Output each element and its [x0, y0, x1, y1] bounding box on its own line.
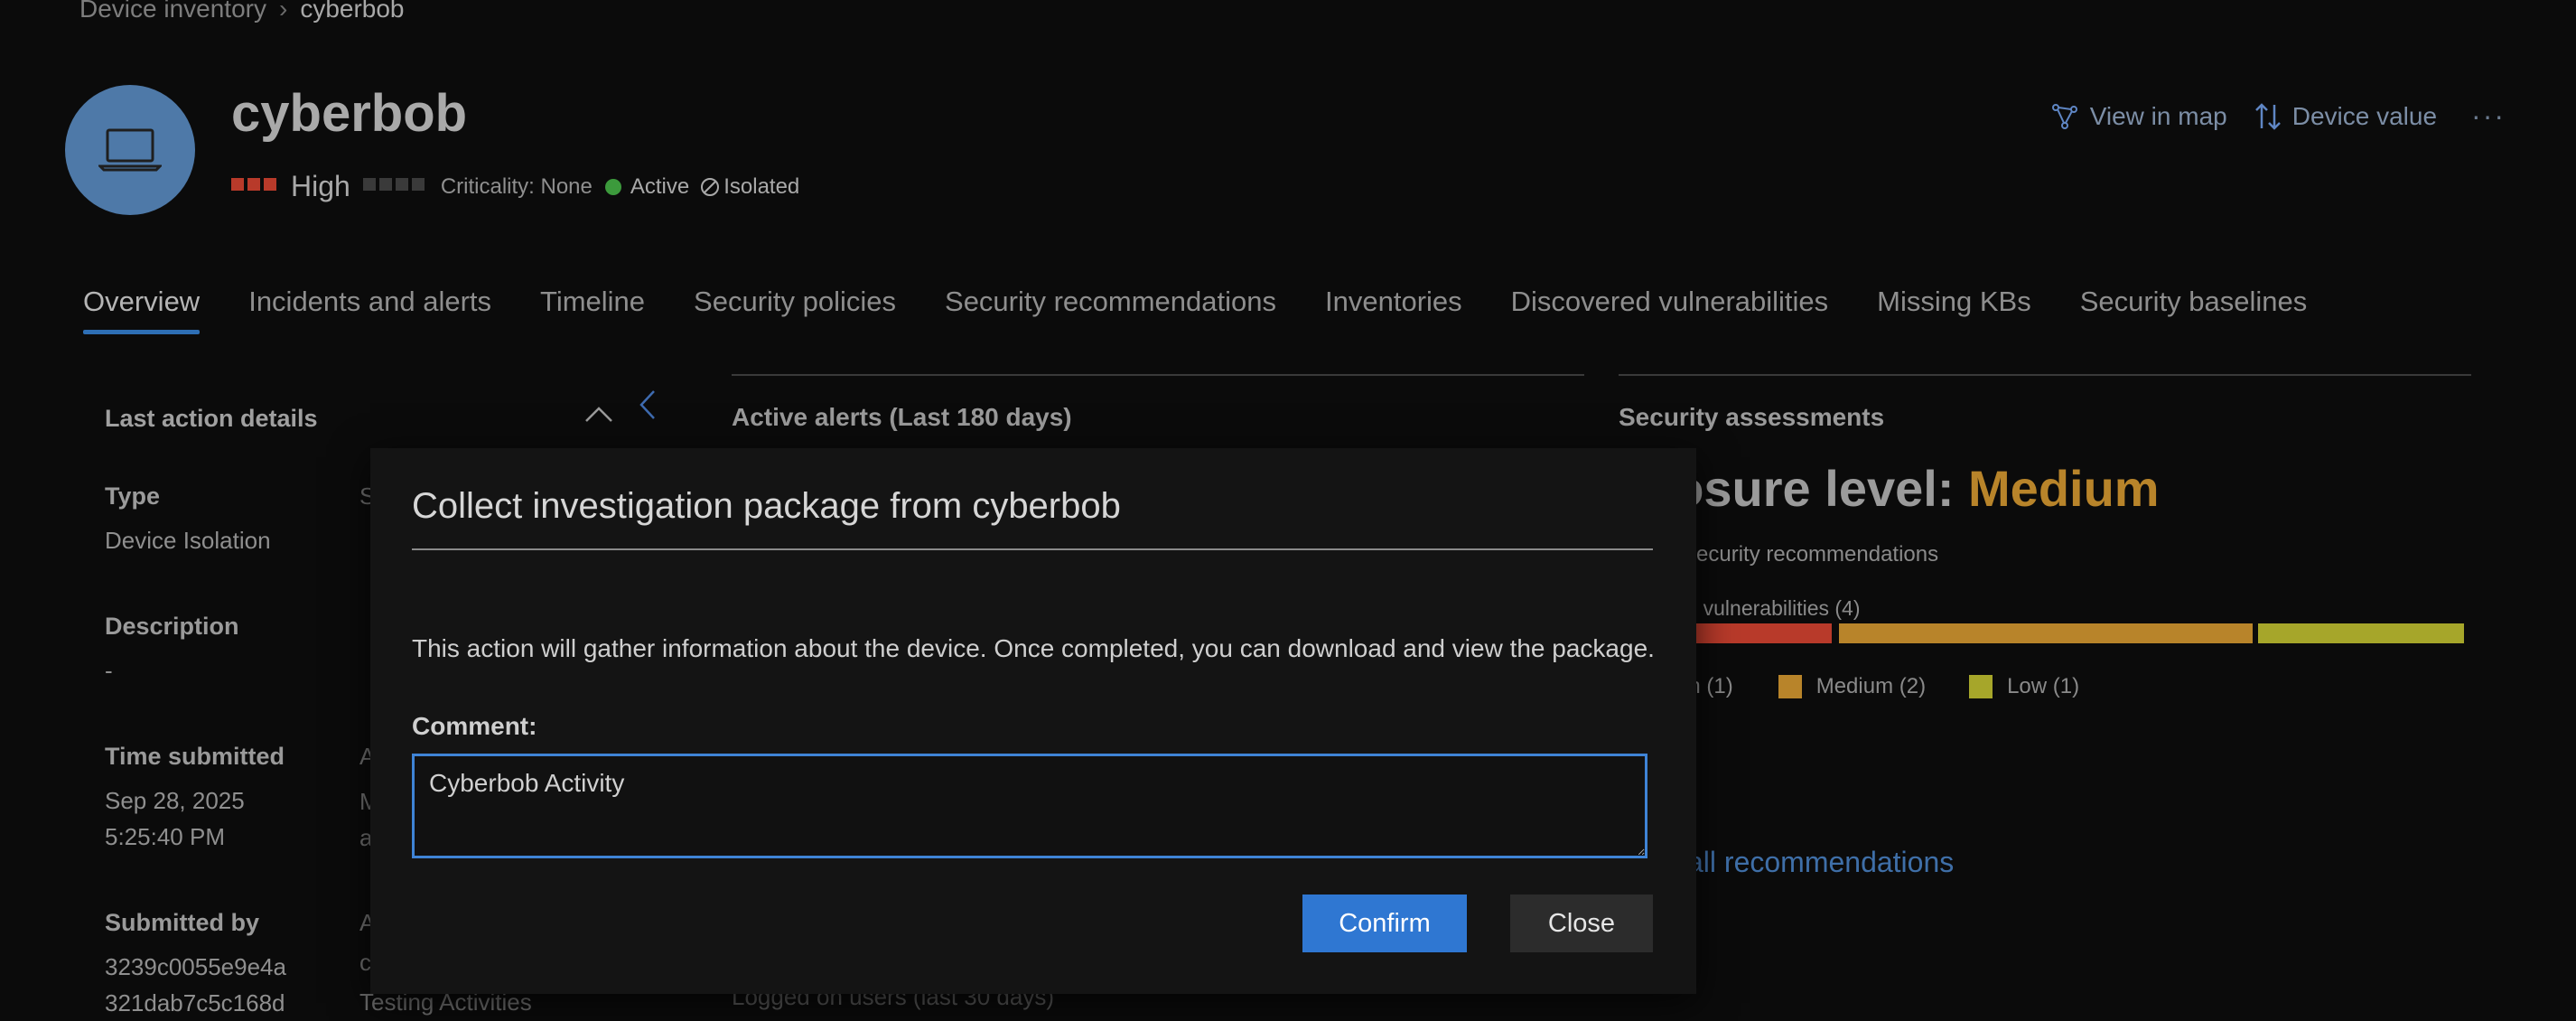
legend-low: Low (1): [2007, 674, 2080, 698]
vuln-bar-medium: [1839, 623, 2253, 643]
submitted-by-label: Submitted by: [105, 909, 260, 936]
all-recommendations-link[interactable]: all recommendations: [1687, 846, 1954, 879]
device-meta: High Criticality: None Active Isolated: [231, 170, 799, 203]
security-assessments-title: Security assessments: [1619, 403, 1885, 431]
alerts-divider: [732, 374, 1584, 376]
tab-discovered-vulnerabilities[interactable]: Discovered vulnerabilities: [1511, 286, 1829, 334]
tab-security-recommendations[interactable]: Security recommendations: [945, 286, 1276, 334]
submitted-by-line2: 321dab7c5c168d: [105, 989, 285, 1016]
device-value-label: Device value: [2291, 101, 2438, 130]
more-options-icon[interactable]: ···: [2471, 99, 2506, 133]
dialog-title: Collect investigation package from cyber…: [412, 486, 1121, 526]
assessments-divider: [1619, 374, 2471, 376]
dialog-title-divider: [412, 548, 1653, 550]
legend-medium: Medium (2): [1815, 674, 1927, 698]
submitted-by-line1: 3239c0055e9e4a: [105, 953, 286, 980]
status-dot-icon: [604, 178, 621, 195]
tab-missing-kbs[interactable]: Missing KBs: [1877, 286, 2031, 334]
tab-security-baselines[interactable]: Security baselines: [2080, 286, 2308, 334]
exposure-level: posure level: Medium: [1642, 459, 2160, 518]
time-submitted-clock: 5:25:40 PM: [105, 823, 225, 850]
tab-inventories[interactable]: Inventories: [1325, 286, 1462, 334]
criticality-label: Criticality: None: [440, 173, 593, 199]
status-label: Active: [630, 173, 690, 199]
tab-security-policies[interactable]: Security policies: [694, 286, 896, 334]
comment-input[interactable]: [412, 754, 1647, 858]
description-value: -: [105, 657, 113, 684]
chevron-up-icon[interactable]: [583, 403, 614, 425]
tab-overview[interactable]: Overview: [83, 286, 201, 334]
criticality-bars-icon: [362, 178, 428, 195]
breadcrumb: Device inventory › cyberbob: [79, 0, 405, 23]
last-action-details-title: Last action details: [105, 405, 318, 432]
risk-level: High: [291, 170, 350, 202]
legend-medium-swatch: [1778, 675, 1802, 698]
breadcrumb-parent[interactable]: Device inventory: [79, 0, 266, 23]
breadcrumb-current: cyberbob: [300, 0, 405, 23]
tab-timeline[interactable]: Timeline: [540, 286, 645, 334]
map-icon: [2051, 103, 2077, 129]
tab-incidents-and-alerts[interactable]: Incidents and alerts: [248, 286, 491, 334]
type-value: Device Isolation: [105, 527, 271, 554]
time-submitted-date: Sep 28, 2025: [105, 787, 245, 814]
dialog-description: This action will gather information abou…: [412, 634, 1655, 662]
tab-bar: Overview Incidents and alerts Timeline S…: [83, 286, 2356, 334]
device-value-button[interactable]: Device value: [2254, 101, 2437, 132]
security-recommendations-text: e security recommendations: [1667, 542, 1939, 567]
confirm-button[interactable]: Confirm: [1302, 895, 1467, 952]
comment-label: Comment:: [412, 712, 537, 740]
device-name: cyberbob: [231, 84, 468, 143]
close-button[interactable]: Close: [1510, 895, 1653, 952]
exposure-level-value: Medium: [1968, 460, 2160, 517]
risk-bars-icon: [231, 178, 280, 195]
header-actions: View in map Device value ···: [2023, 99, 2506, 133]
view-in-map-button[interactable]: View in map: [2050, 102, 2227, 131]
vuln-legend: gh (1) Medium (2) Low (1): [1676, 674, 2079, 699]
isolated-icon: [701, 177, 720, 196]
isolation-label: Isolated: [723, 173, 800, 199]
laptop-icon: [98, 128, 162, 172]
discovered-vulnerabilities-text: red vulnerabilities (4): [1667, 596, 1861, 620]
vuln-bar-high: [1694, 623, 1832, 643]
breadcrumb-chevron-icon: ›: [278, 0, 288, 23]
type-label: Type: [105, 482, 161, 510]
device-avatar: [65, 85, 195, 215]
time-submitted-label: Time submitted: [105, 743, 285, 770]
collapse-panel-chevron-icon[interactable]: [638, 389, 658, 421]
description-label: Description: [105, 613, 239, 640]
legend-low-swatch: [1969, 675, 1993, 698]
vuln-bar-low: [2258, 623, 2464, 643]
collect-package-dialog: Collect investigation package from cyber…: [370, 448, 1696, 994]
active-alerts-title: Active alerts (Last 180 days): [732, 403, 1072, 431]
view-in-map-label: View in map: [2089, 101, 2227, 130]
sort-arrows-icon: [2254, 102, 2281, 130]
